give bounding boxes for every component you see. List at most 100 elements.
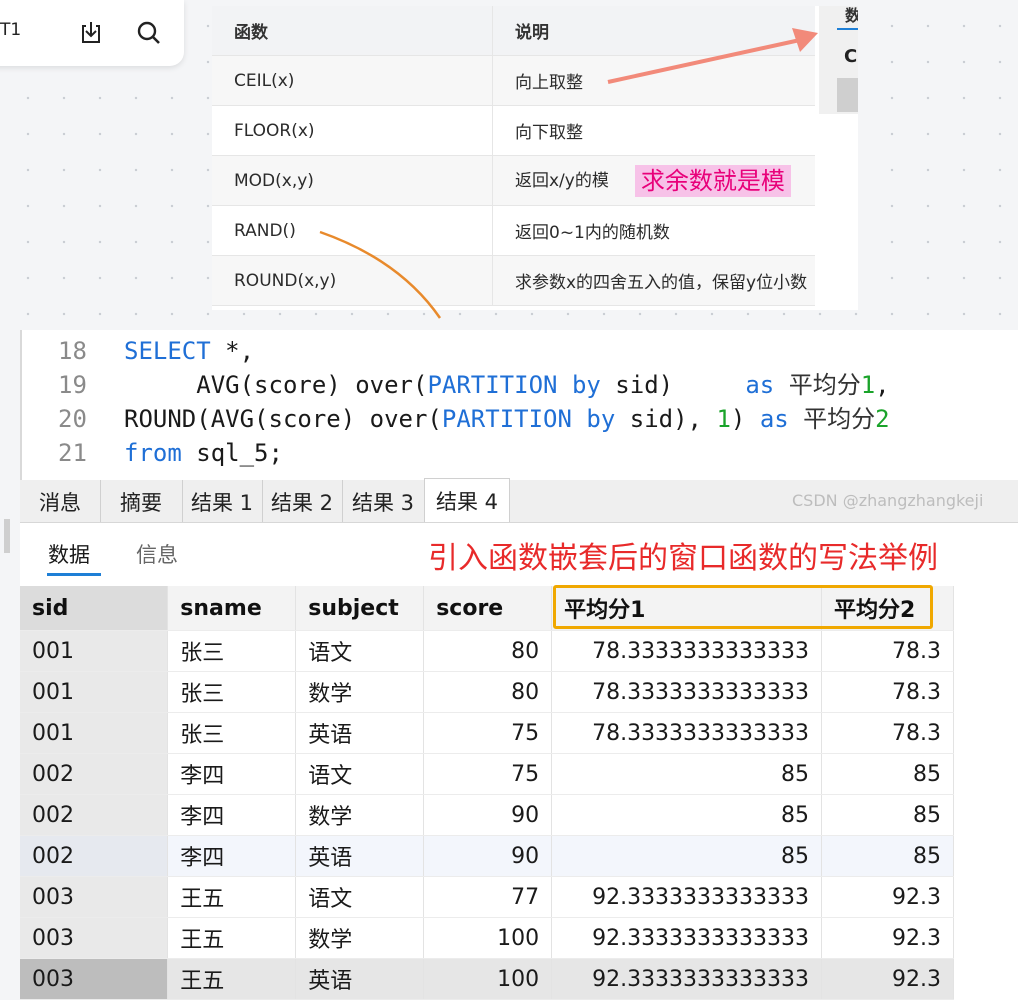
table-cell[interactable]: 张三 xyxy=(167,712,297,754)
table-cell[interactable]: 85 xyxy=(551,835,823,877)
table-row[interactable]: 002 李四 英语 90 85 85 xyxy=(20,835,954,877)
table-cell[interactable]: 英语 xyxy=(295,958,425,1000)
table-cell[interactable]: 78.3333333333333 xyxy=(551,671,823,713)
table-cell[interactable]: 李四 xyxy=(167,753,297,795)
table-cell[interactable]: 78.3 xyxy=(821,671,954,713)
table-cell[interactable]: 77 xyxy=(423,876,553,918)
table-cell[interactable]: 002 xyxy=(20,753,169,795)
table-row[interactable]: 002 李四 数学 90 85 85 xyxy=(20,794,954,836)
function-reference-table: 函数 说明 CEIL(x) 向上取整 FLOOR(x) 向下取整 MOD(x,y) 返回x… xyxy=(212,6,858,310)
code-text[interactable]: SELECT *, xyxy=(124,334,254,368)
table-cell[interactable]: 78.3333333333333 xyxy=(551,712,823,754)
table-cell[interactable]: 003 xyxy=(20,917,169,959)
download-icon[interactable] xyxy=(76,18,106,48)
table-row[interactable]: 001 张三 英语 75 78.3333333333333 78.3 xyxy=(20,712,954,754)
table-cell[interactable]: 数学 xyxy=(295,794,425,836)
table-cell[interactable]: 80 xyxy=(423,630,553,672)
table-cell[interactable]: 90 xyxy=(423,794,553,836)
sql-keyword: from xyxy=(124,439,182,467)
table-row[interactable]: 003 王五 语文 77 92.3333333333333 92.3 xyxy=(20,876,954,918)
table-cell[interactable]: 张三 xyxy=(167,671,297,713)
table-cell[interactable]: 85 xyxy=(821,753,954,795)
table-cell[interactable]: 75 xyxy=(423,712,553,754)
table-cell[interactable]: 92.3333333333333 xyxy=(551,917,823,959)
table-cell[interactable]: 78.3 xyxy=(821,712,954,754)
table-cell[interactable]: 王五 xyxy=(167,958,297,1000)
sql-number: 1 xyxy=(716,405,731,433)
table-cell[interactable]: 002 xyxy=(20,794,169,836)
table-cell[interactable]: 003 xyxy=(20,876,169,918)
avg-columns-highlight-box xyxy=(553,585,933,629)
table-cell[interactable]: 92.3 xyxy=(821,958,954,1000)
column-header[interactable]: subject xyxy=(295,586,425,631)
column-header[interactable]: score xyxy=(423,586,553,631)
table-cell[interactable]: 90 xyxy=(423,835,553,877)
table-row[interactable]: 002 李四 语文 75 85 85 xyxy=(20,753,954,795)
sql-keyword: by xyxy=(586,405,616,433)
table-cell[interactable]: 80 xyxy=(423,671,553,713)
function-name-cell: FLOOR(x) xyxy=(212,105,493,156)
table-row[interactable]: 001 张三 数学 80 78.3333333333333 78.3 xyxy=(20,671,954,713)
result-tab[interactable]: 摘要 xyxy=(100,480,183,522)
table-cell[interactable]: 75 xyxy=(423,753,553,795)
table-cell[interactable]: 英语 xyxy=(295,835,425,877)
result-tab[interactable]: 结果 2 xyxy=(262,480,343,522)
table-cell[interactable]: 001 xyxy=(20,712,169,754)
table-row[interactable]: 003 王五 英语 100 92.3333333333333 92.3 xyxy=(20,958,954,1000)
subtab-data[interactable]: 数据 xyxy=(48,539,90,569)
sql-code-editor[interactable]: 18 SELECT *, 19 AVG(score) over(PARTITION … xyxy=(20,330,1018,480)
result-tab[interactable]: 结果 4 xyxy=(424,478,510,522)
table-row[interactable]: 003 王五 数学 100 92.3333333333333 92.3 xyxy=(20,917,954,959)
clipped-column-peek: 数 C xyxy=(819,6,858,114)
table-cell[interactable]: 001 xyxy=(20,671,169,713)
sql-token: 平均分 xyxy=(788,371,861,399)
table-cell[interactable]: 92.3333333333333 xyxy=(551,958,823,1000)
result-grid-wrapper: sid sname subject score 平均分1 平均分2 001 张三 语文 80 78… xyxy=(20,586,954,1000)
line-number: 19 xyxy=(58,371,87,399)
result-tab[interactable]: 结果 3 xyxy=(342,480,425,522)
table-cell[interactable]: 85 xyxy=(551,753,823,795)
table-cell[interactable]: 100 xyxy=(423,958,553,1000)
table-cell[interactable]: 数学 xyxy=(295,917,425,959)
column-header[interactable]: sid xyxy=(20,586,169,631)
subtab-info[interactable]: 信息 xyxy=(136,539,178,569)
table-cell[interactable]: 92.3 xyxy=(821,876,954,918)
result-tab[interactable]: 消息 xyxy=(20,480,101,522)
function-name-cell: RAND() xyxy=(212,205,493,256)
function-desc-cell: 返回x/y的模 求余数就是模 xyxy=(492,155,815,206)
table-cell[interactable]: 003 xyxy=(20,958,169,1000)
table-cell[interactable]: 85 xyxy=(551,794,823,836)
function-desc-cell: 返回0~1内的随机数 xyxy=(492,205,815,256)
table-cell[interactable]: 语文 xyxy=(295,630,425,672)
search-icon[interactable] xyxy=(134,18,164,48)
table-cell[interactable]: 92.3 xyxy=(821,917,954,959)
result-tab[interactable]: 结果 1 xyxy=(182,480,263,522)
editor-gutter-edge xyxy=(20,330,22,480)
table-cell[interactable]: 85 xyxy=(821,794,954,836)
table-cell[interactable]: 85 xyxy=(821,835,954,877)
table-cell[interactable]: 李四 xyxy=(167,835,297,877)
table-cell[interactable]: 数学 xyxy=(295,671,425,713)
table-cell[interactable]: 92.3333333333333 xyxy=(551,876,823,918)
code-text[interactable]: ROUND(AVG(score) over(PARTITION by sid),… xyxy=(124,402,890,436)
table-cell[interactable]: 李四 xyxy=(167,794,297,836)
table-row[interactable]: 001 张三 语文 80 78.3333333333333 78.3 xyxy=(20,630,954,672)
table-cell[interactable]: 002 xyxy=(20,835,169,877)
table-cell[interactable]: 张三 xyxy=(167,630,297,672)
table-cell[interactable]: 语文 xyxy=(295,753,425,795)
table-cell[interactable]: 王五 xyxy=(167,876,297,918)
sql-token: ) xyxy=(730,405,760,433)
table-cell[interactable]: 王五 xyxy=(167,917,297,959)
code-text[interactable]: AVG(score) over(PARTITION by sid) as 平均分… xyxy=(124,368,889,402)
function-desc-text: 返回0~1内的随机数 xyxy=(515,223,670,243)
table-cell[interactable]: 78.3333333333333 xyxy=(551,630,823,672)
table-cell[interactable]: 英语 xyxy=(295,712,425,754)
table-cell[interactable]: 语文 xyxy=(295,876,425,918)
table-cell[interactable]: 100 xyxy=(423,917,553,959)
column-header[interactable]: sname xyxy=(167,586,297,631)
code-text[interactable]: from sql_5; xyxy=(124,436,283,470)
table-cell[interactable]: 001 xyxy=(20,630,169,672)
table-cell[interactable]: 78.3 xyxy=(821,630,954,672)
